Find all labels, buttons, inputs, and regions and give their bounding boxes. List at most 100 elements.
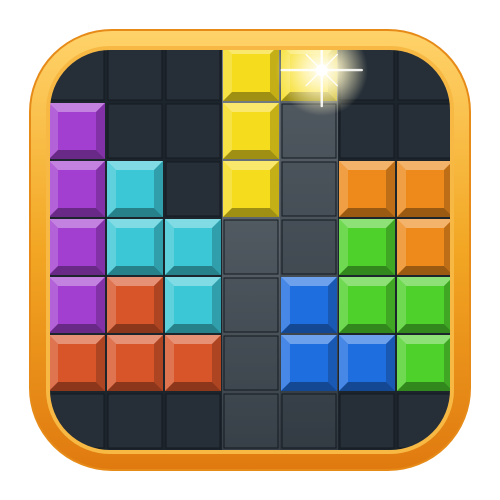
block-bevel-top [165, 219, 221, 228]
block-bevel-top [397, 161, 452, 170]
block-bevel-right [154, 161, 163, 217]
block-bevel-left [223, 161, 232, 217]
block-inner [348, 228, 386, 266]
block-inner [116, 170, 154, 208]
block-inner [406, 228, 444, 266]
grid-cell [165, 161, 221, 217]
block-bevel-left [107, 335, 116, 391]
block-bevel-left [397, 277, 406, 333]
grid-cell [107, 393, 163, 449]
grid-cell [107, 103, 163, 159]
block-bevel-left [107, 277, 116, 333]
block-bevel-bottom [339, 324, 395, 333]
block-bevel-bottom [49, 150, 105, 159]
block-inner [58, 112, 96, 150]
block-bevel-left [223, 48, 232, 101]
block-B [339, 335, 395, 391]
block-inner [174, 228, 212, 266]
block-bevel-right [212, 277, 221, 333]
grid-cell [281, 393, 337, 449]
block-bevel-top [223, 103, 279, 112]
block-P [49, 103, 105, 159]
block-G [339, 219, 395, 275]
block-inner [290, 286, 328, 324]
block-bevel-top [49, 103, 105, 112]
block-bevel-bottom [281, 382, 337, 391]
block-bevel-top [223, 161, 279, 170]
block-bevel-bottom [107, 266, 163, 275]
block-bevel-left [281, 277, 290, 333]
block-G [397, 277, 452, 333]
block-bevel-left [49, 219, 58, 275]
grid-cell [281, 161, 337, 217]
block-bevel-left [339, 219, 348, 275]
block-bevel-left [397, 161, 406, 217]
block-puzzle-app-icon[interactable] [0, 0, 500, 500]
block-bevel-top [339, 335, 395, 344]
block-bevel-top [107, 161, 163, 170]
block-bevel-right [154, 219, 163, 275]
block-inner [58, 344, 96, 382]
block-inner [406, 170, 444, 208]
block-inner [232, 170, 270, 208]
block-inner [116, 286, 154, 324]
block-inner [116, 344, 154, 382]
block-bevel-top [397, 219, 452, 228]
block-bevel-bottom [397, 266, 452, 275]
block-bevel-right [212, 219, 221, 275]
block-bevel-bottom [397, 382, 452, 391]
block-bevel-bottom [397, 324, 452, 333]
block-bevel-bottom [223, 208, 279, 217]
block-inner [116, 228, 154, 266]
block-B [281, 277, 337, 333]
block-bevel-top [339, 277, 395, 286]
block-inner [348, 170, 386, 208]
block-bevel-bottom [339, 382, 395, 391]
block-bevel-top [281, 277, 337, 286]
grid-cell [165, 393, 221, 449]
block-inner [290, 344, 328, 382]
block-bevel-bottom [281, 324, 337, 333]
block-bevel-top [107, 219, 163, 228]
block-bevel-top [49, 161, 105, 170]
sparkle-core [315, 64, 328, 77]
block-bevel-right [386, 335, 395, 391]
block-bevel-right [328, 277, 337, 333]
block-bevel-left [165, 277, 174, 333]
block-bevel-right [270, 103, 279, 159]
block-R [165, 335, 221, 391]
block-bevel-left [165, 219, 174, 275]
block-bevel-right [96, 277, 105, 333]
block-bevel-bottom [223, 92, 279, 101]
board-grid [49, 48, 452, 452]
block-bevel-left [107, 161, 116, 217]
block-inner [406, 344, 444, 382]
block-bevel-left [165, 335, 174, 391]
grid-cell [107, 48, 163, 101]
block-bevel-bottom [49, 208, 105, 217]
block-O [339, 161, 395, 217]
block-bevel-bottom [339, 208, 395, 217]
grid-cell [165, 103, 221, 159]
block-bevel-bottom [165, 266, 221, 275]
block-R [107, 335, 163, 391]
block-bevel-top [339, 219, 395, 228]
block-inner [232, 112, 270, 150]
block-bevel-right [212, 335, 221, 391]
block-bevel-bottom [223, 150, 279, 159]
block-P [49, 219, 105, 275]
block-bevel-right [154, 335, 163, 391]
block-inner [174, 344, 212, 382]
block-inner [348, 286, 386, 324]
block-bevel-left [397, 219, 406, 275]
block-bevel-top [49, 335, 105, 344]
block-bevel-right [96, 335, 105, 391]
block-inner [58, 170, 96, 208]
grid-cell [339, 393, 395, 449]
block-bevel-bottom [339, 266, 395, 275]
block-bevel-top [49, 219, 105, 228]
block-bevel-left [107, 219, 116, 275]
block-P [49, 161, 105, 217]
block-Y [223, 161, 279, 217]
block-inner [348, 344, 386, 382]
